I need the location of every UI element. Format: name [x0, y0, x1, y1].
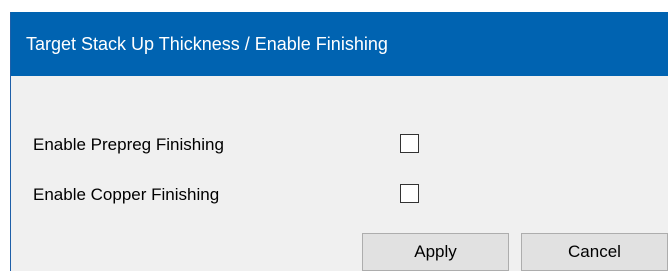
copper-finishing-checkbox[interactable] — [400, 184, 419, 203]
dialog-title: Target Stack Up Thickness / Enable Finis… — [26, 34, 388, 54]
finishing-dialog: Target Stack Up Thickness / Enable Finis… — [10, 12, 668, 271]
copper-finishing-label: Enable Copper Finishing — [33, 185, 220, 204]
cancel-button[interactable]: Cancel — [521, 233, 668, 271]
dialog-titlebar[interactable]: Target Stack Up Thickness / Enable Finis… — [11, 12, 668, 76]
prepreg-finishing-checkbox[interactable] — [400, 134, 419, 153]
dialog-body: Enable Prepreg Finishing Enable Copper F… — [11, 76, 668, 271]
prepreg-finishing-label: Enable Prepreg Finishing — [33, 135, 224, 154]
apply-button[interactable]: Apply — [362, 233, 509, 271]
